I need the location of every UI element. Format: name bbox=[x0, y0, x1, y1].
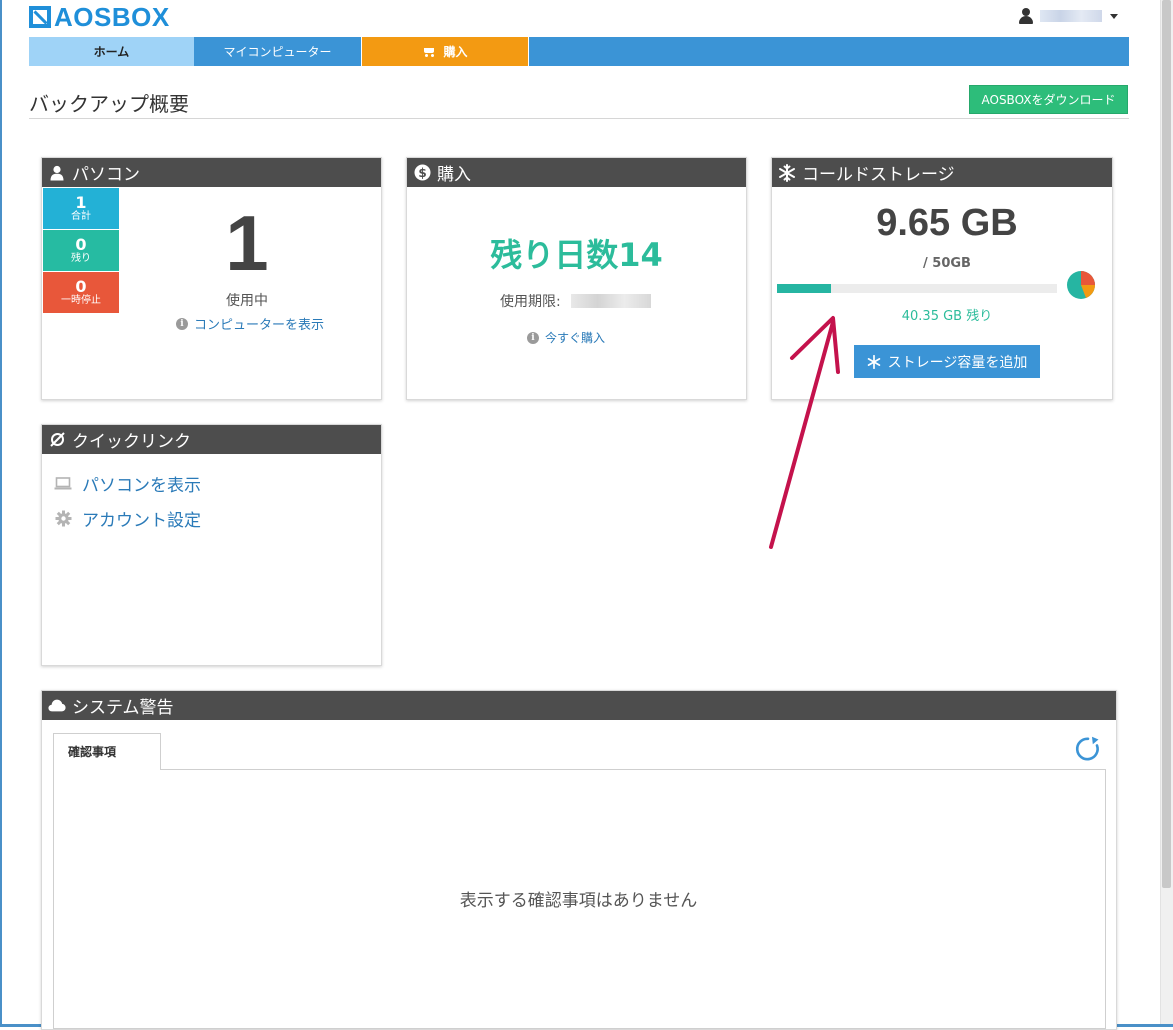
purchase-panel: $ 購入 残り日数14 使用期限: i 今すぐ購入 bbox=[406, 157, 747, 400]
quicklink-account-settings-label: アカウント設定 bbox=[82, 511, 201, 531]
scrollbar-thumb[interactable] bbox=[1162, 0, 1171, 888]
cart-icon bbox=[422, 47, 435, 57]
cold-storage-panel-title: コールドストレージ bbox=[802, 165, 955, 185]
quicklink-account-settings[interactable]: アカウント設定 bbox=[53, 506, 201, 531]
expiry-row: 使用期限: bbox=[500, 291, 651, 311]
tile-remaining[interactable]: 0 残り bbox=[43, 230, 119, 271]
user-name-redacted bbox=[1040, 10, 1102, 22]
expiry-label: 使用期限: bbox=[500, 294, 561, 310]
nav-my-computer[interactable]: マイコンピューター bbox=[194, 37, 362, 66]
tile-remaining-label: 残り bbox=[71, 252, 91, 264]
storage-progress-track bbox=[777, 284, 1057, 293]
cold-storage-panel-header: コールドストレージ bbox=[772, 158, 1112, 187]
laptop-icon bbox=[53, 476, 73, 492]
buy-now-label: 今すぐ購入 bbox=[545, 331, 606, 345]
main-nav: ホーム マイコンピューター 購入 bbox=[29, 37, 1129, 66]
nav-home[interactable]: ホーム bbox=[29, 37, 194, 66]
storage-total: / 50GB bbox=[923, 256, 971, 271]
pc-panel: パソコン 1 合計 0 残り 0 一時停止 1 使用中 i コンピューターを表示 bbox=[41, 157, 382, 400]
tab-confirmations[interactable]: 確認事項 bbox=[53, 733, 161, 770]
purchase-panel-title: 購入 bbox=[437, 165, 471, 185]
user-icon bbox=[1018, 8, 1034, 24]
tile-remaining-count: 0 bbox=[75, 234, 87, 254]
nav-purchase-label: 購入 bbox=[443, 45, 468, 59]
quicklink-show-pcs-label: パソコンを表示 bbox=[82, 476, 201, 496]
snowflake-icon bbox=[867, 354, 881, 369]
pc-panel-header: パソコン bbox=[42, 158, 381, 187]
add-storage-label: ストレージ容量を追加 bbox=[887, 354, 1028, 371]
pc-in-use-count: 1 bbox=[225, 199, 269, 287]
brand-name: AOSBOX bbox=[54, 1, 170, 32]
buy-now-link[interactable]: i 今すぐ購入 bbox=[527, 329, 605, 346]
tile-total-count: 1 bbox=[75, 192, 87, 212]
dollar-icon: $ bbox=[413, 164, 431, 182]
quicklinks-panel-header: クイックリンク bbox=[42, 425, 381, 454]
system-warnings-panel-header: システム警告 bbox=[42, 691, 1116, 720]
pc-in-use-label: 使用中 bbox=[226, 293, 268, 309]
expiry-date-redacted bbox=[570, 294, 651, 308]
refresh-icon[interactable] bbox=[1073, 734, 1103, 768]
no-confirmations-message: 表示する確認事項はありません bbox=[459, 891, 698, 911]
caret-down-icon bbox=[1110, 13, 1118, 19]
page-title: バックアップ概要 bbox=[29, 92, 189, 116]
tile-total[interactable]: 1 合計 bbox=[43, 188, 119, 229]
storage-pie-chart-icon bbox=[1067, 271, 1095, 299]
gear-icon bbox=[53, 510, 73, 527]
cloud-icon bbox=[48, 697, 66, 715]
user-menu[interactable] bbox=[1018, 8, 1118, 24]
system-warnings-panel-title: システム警告 bbox=[72, 698, 174, 718]
tile-total-label: 合計 bbox=[71, 210, 91, 222]
window-frame-left bbox=[0, 0, 2, 1027]
tile-paused[interactable]: 0 一時停止 bbox=[43, 272, 119, 313]
brand-logo[interactable]: AOSBOX bbox=[29, 1, 170, 32]
pc-count-tiles: 1 合計 0 残り 0 一時停止 bbox=[43, 188, 119, 314]
nav-purchase[interactable]: 購入 bbox=[362, 37, 529, 66]
link-icon bbox=[48, 431, 66, 449]
tile-paused-label: 一時停止 bbox=[61, 294, 101, 306]
storage-remaining: 40.35 GB 残り bbox=[901, 309, 993, 324]
pc-panel-title: パソコン bbox=[72, 165, 140, 185]
add-storage-button[interactable]: ストレージ容量を追加 bbox=[854, 345, 1040, 378]
title-divider bbox=[29, 118, 1129, 119]
system-warnings-panel: システム警告 確認事項 表示する確認事項はありません bbox=[41, 690, 1117, 1030]
info-icon: i bbox=[527, 331, 539, 344]
quicklinks-panel: クイックリンク パソコンを表示 アカウント設定 bbox=[41, 424, 382, 666]
user-icon bbox=[48, 164, 66, 182]
tile-paused-count: 0 bbox=[75, 276, 87, 296]
remaining-days: 残り日数14 bbox=[490, 236, 663, 274]
quicklinks-panel-title: クイックリンク bbox=[72, 432, 191, 452]
storage-used: 9.65 GB bbox=[876, 202, 1018, 244]
logo-mark-icon bbox=[29, 6, 51, 28]
purchase-panel-header: $ 購入 bbox=[407, 158, 746, 187]
show-computers-label: コンピューターを表示 bbox=[194, 318, 325, 333]
svg-text:$: $ bbox=[418, 166, 426, 180]
show-computers-link[interactable]: i コンピューターを表示 bbox=[176, 314, 324, 333]
snowflake-icon bbox=[778, 163, 796, 182]
storage-progress-fill bbox=[777, 284, 832, 293]
download-button[interactable]: AOSBOXをダウンロード bbox=[969, 85, 1128, 114]
cold-storage-panel: コールドストレージ 9.65 GB / 50GB 40.35 GB 残り ストレ… bbox=[771, 157, 1113, 400]
info-icon: i bbox=[176, 317, 188, 330]
quicklink-show-pcs[interactable]: パソコンを表示 bbox=[53, 471, 201, 496]
